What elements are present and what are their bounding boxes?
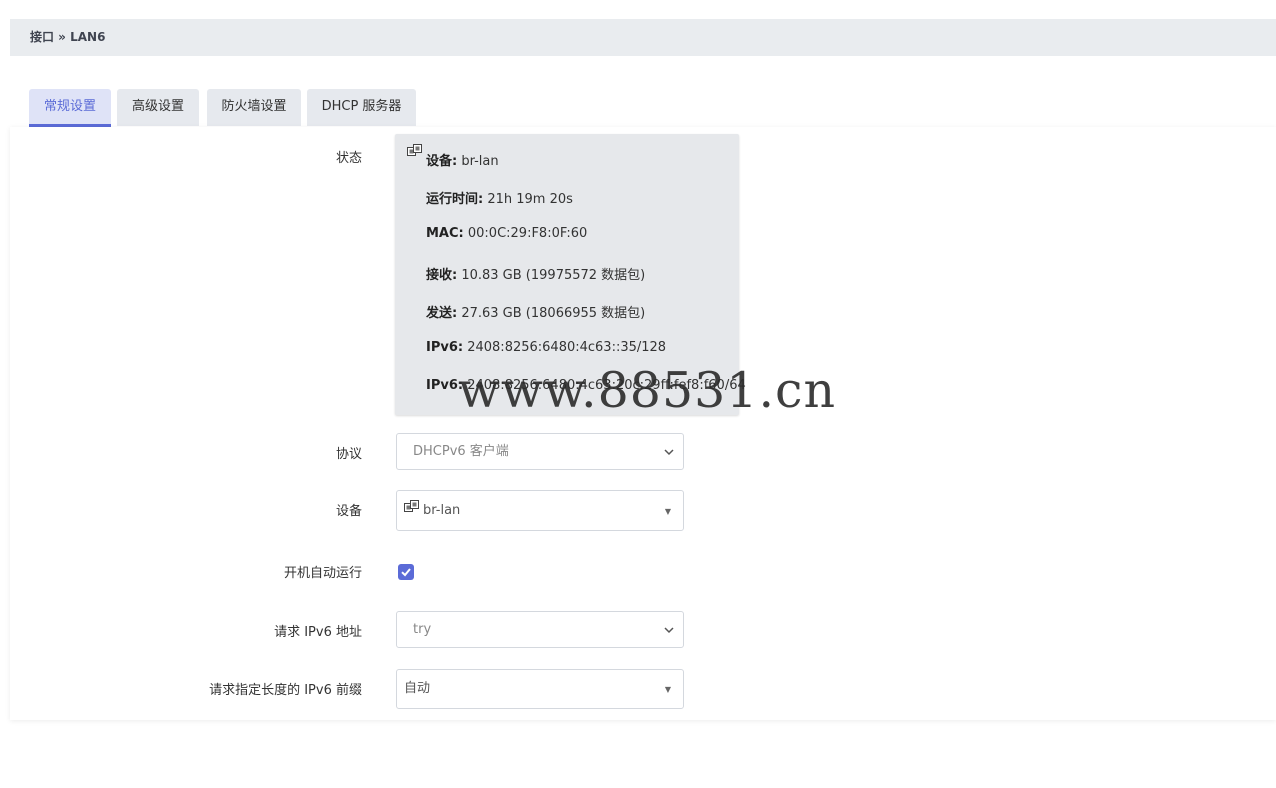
network-port-icon [404, 491, 420, 530]
status-device: 设备: br-lan [426, 154, 499, 169]
tab-firewall-settings[interactable]: 防火墙设置 [207, 89, 301, 126]
tab-general-settings[interactable]: 常规设置 [29, 89, 111, 127]
device-value: br-lan [423, 503, 461, 518]
breadcrumb: 接口 » LAN6 [10, 19, 1276, 56]
reqprefix-dropdown[interactable]: 自动 ▼ [396, 669, 684, 709]
reqprefix-label: 请求指定长度的 IPv6 前缀 [209, 683, 362, 698]
network-port-icon [407, 143, 423, 162]
tab-dhcp-server[interactable]: DHCP 服务器 [307, 89, 416, 126]
status-ipv6-1: IPv6: 2408:8256:6480:4c63::35/128 [426, 340, 667, 355]
chevron-down-icon [664, 626, 674, 633]
protocol-select[interactable]: DHCPv6 客户端 [396, 433, 684, 470]
watermark: www.88531.cn [458, 362, 837, 419]
status-tx: 发送: 27.63 GB (18066955 数据包) [426, 306, 646, 321]
reqaddress-value: try [413, 622, 432, 637]
device-label: 设备 [335, 504, 362, 519]
tab-advanced-settings[interactable]: 高级设置 [117, 89, 199, 126]
protocol-value: DHCPv6 客户端 [413, 444, 509, 459]
chevron-down-icon [664, 448, 674, 455]
dropdown-arrow-icon: ▼ [664, 685, 671, 694]
status-rx: 接收: 10.83 GB (19975572 数据包) [426, 268, 646, 283]
status-mac: MAC: 00:0C:29:F8:0F:60 [426, 226, 588, 241]
status-uptime: 运行时间: 21h 19m 20s [426, 192, 573, 207]
protocol-label: 协议 [335, 447, 362, 462]
reqaddress-label: 请求 IPv6 地址 [274, 625, 362, 640]
device-dropdown[interactable]: br-lan ▼ [396, 490, 684, 531]
autostart-label: 开机自动运行 [283, 566, 362, 581]
status-label: 状态 [335, 151, 362, 166]
reqaddress-select[interactable]: try [396, 611, 684, 648]
dropdown-arrow-icon: ▼ [664, 506, 671, 516]
checkmark-icon [401, 568, 411, 577]
reqprefix-value: 自动 [404, 681, 431, 696]
autostart-checkbox[interactable] [398, 564, 414, 580]
